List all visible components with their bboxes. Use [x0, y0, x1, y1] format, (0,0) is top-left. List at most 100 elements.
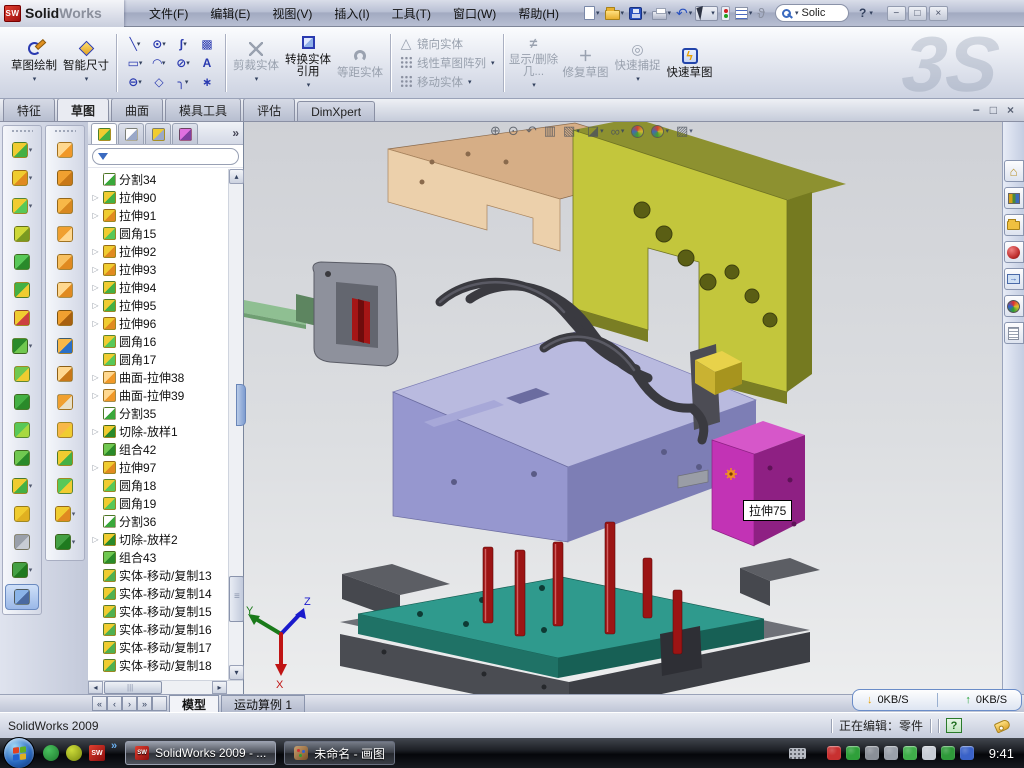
view-palette-tab[interactable]: →: [1004, 268, 1024, 290]
model-canvas[interactable]: Y Z X: [244, 122, 1002, 694]
col2-tool-button-0[interactable]: [46, 136, 84, 164]
tree-filter-input[interactable]: [92, 148, 239, 165]
minimize-button[interactable]: −: [887, 6, 906, 21]
tree-horizontal-scrollbar[interactable]: ◂ ▸: [88, 680, 243, 694]
dropdown-icon[interactable]: ▾: [29, 342, 33, 350]
dropdown-icon[interactable]: ▾: [689, 127, 693, 135]
taskbar-button[interactable]: SWSolidWorks 2009 - ...: [125, 741, 276, 765]
search-input[interactable]: ▾ Solic: [775, 4, 849, 22]
menu-item-6[interactable]: 帮助(H): [507, 1, 570, 26]
sync-tray-icon[interactable]: [960, 746, 974, 760]
col2-tool-button-2[interactable]: [46, 192, 84, 220]
model-base-assembly[interactable]: [340, 558, 820, 694]
dropdown-icon[interactable]: ▾: [186, 59, 190, 67]
tab-模具工具[interactable]: 模具工具: [165, 98, 241, 121]
rapid-button[interactable]: ϟ快速草图: [664, 32, 716, 94]
col2-tool-button-12[interactable]: [46, 472, 84, 500]
dropdown-icon[interactable]: ▾: [183, 40, 187, 48]
expand-icon[interactable]: ▷: [91, 535, 100, 544]
tree-item[interactable]: 圆角16: [91, 332, 243, 350]
sketch-entity-button-4[interactable]: ▭▾: [123, 56, 147, 70]
dropdown-icon[interactable]: ▾: [137, 40, 141, 48]
dropdown-icon[interactable]: ▾: [29, 174, 33, 182]
col2-tool-button-14[interactable]: ▾: [46, 528, 84, 556]
tree-item[interactable]: 分割35: [91, 404, 243, 422]
doc-close-button[interactable]: ×: [1007, 103, 1014, 117]
linpat-button[interactable]: 线性草图阵列▾: [395, 54, 499, 72]
edit-appearance-icon[interactable]: [631, 125, 644, 138]
tree-item[interactable]: 分割34: [91, 170, 243, 188]
view-orientation-icon[interactable]: ▧▾: [563, 123, 580, 139]
doc-nav-button-0[interactable]: «: [92, 696, 107, 711]
dropdown-icon[interactable]: ▾: [749, 9, 753, 17]
col1-tool-button-14[interactable]: [3, 528, 41, 556]
upload-tray-icon[interactable]: [903, 746, 917, 760]
save-icon[interactable]: ▾: [627, 6, 649, 21]
doc-tab-运动算例 1[interactable]: 运动算例 1: [221, 695, 305, 712]
tree-item[interactable]: 组合42: [91, 440, 243, 458]
mirror-button[interactable]: △镜向实体: [395, 35, 499, 53]
dropdown-icon[interactable]: ▾: [307, 80, 311, 92]
col2-tool-button-11[interactable]: [46, 444, 84, 472]
tab-DimXpert[interactable]: DimXpert: [297, 101, 375, 121]
expand-icon[interactable]: ▷: [91, 283, 100, 292]
antivirus-tray-icon[interactable]: [827, 746, 841, 760]
dropdown-icon[interactable]: ▾: [468, 78, 472, 86]
repair-button[interactable]: ＋修复草图: [560, 32, 612, 94]
sketch-button[interactable]: 草图绘制▾: [8, 32, 60, 94]
new-file-icon[interactable]: ▾: [582, 5, 602, 21]
doc-tab-模型[interactable]: 模型: [169, 695, 219, 712]
tree-item[interactable]: ▷拉伸92: [91, 242, 243, 260]
dropdown-icon[interactable]: ▾: [643, 9, 647, 17]
dropdown-icon[interactable]: ▾: [162, 59, 166, 67]
dropdown-icon[interactable]: ▾: [621, 9, 625, 17]
dropdown-icon[interactable]: ▾: [668, 9, 672, 17]
menu-item-4[interactable]: 工具(T): [381, 1, 442, 26]
col2-tool-button-8[interactable]: [46, 360, 84, 388]
menu-item-3[interactable]: 插入(I): [323, 1, 380, 26]
sketch-entity-button-10[interactable]: ╮▾: [171, 75, 195, 89]
col1-tool-button-0[interactable]: ▾: [3, 136, 41, 164]
tree-item[interactable]: ▷拉伸93: [91, 260, 243, 278]
doc-nav-button-2[interactable]: ›: [122, 696, 137, 711]
convert-button[interactable]: 转换实体引用▾: [282, 32, 334, 94]
tree-item[interactable]: ▷切除-放样2: [91, 530, 243, 548]
tree-item[interactable]: 组合43: [91, 548, 243, 566]
dropdown-icon[interactable]: ▾: [255, 74, 259, 86]
tree-item[interactable]: 实体-移动/复制15: [91, 602, 243, 620]
col1-tool-button-3[interactable]: [3, 220, 41, 248]
scroll-left-icon[interactable]: ◂: [88, 681, 103, 694]
quick-tips-button[interactable]: ?: [946, 718, 962, 733]
tree-item[interactable]: 实体-移动/复制18: [91, 656, 243, 674]
sketch-entity-button-5[interactable]: ◠▾: [147, 56, 171, 70]
expand-icon[interactable]: ▷: [91, 265, 100, 274]
select-icon[interactable]: ▾: [695, 6, 718, 21]
scroll-right-icon[interactable]: ▸: [212, 681, 227, 694]
tree-item[interactable]: 实体-移动/复制16: [91, 620, 243, 638]
dropdown-icon[interactable]: ▾: [29, 482, 33, 490]
tree-item[interactable]: ▷拉伸94: [91, 278, 243, 296]
tree-tabs-overflow-icon[interactable]: »: [232, 126, 239, 140]
ball-quicklaunch-icon[interactable]: [66, 745, 82, 761]
scrollbar-thumb[interactable]: [104, 681, 162, 694]
menu-item-2[interactable]: 视图(V): [261, 1, 323, 26]
col1-tool-button-15[interactable]: ▾: [3, 556, 41, 584]
col1-tool-button-1[interactable]: ▾: [3, 164, 41, 192]
col2-tool-button-3[interactable]: [46, 220, 84, 248]
tree-item[interactable]: 圆角15: [91, 224, 243, 242]
tree-item[interactable]: ▷切除-放样1: [91, 422, 243, 440]
propertymanager-tab[interactable]: [118, 123, 144, 144]
tags-icon[interactable]: [994, 718, 1012, 733]
col1-tool-button-7[interactable]: ▾: [3, 332, 41, 360]
keyboard-tray-icon[interactable]: [789, 748, 806, 759]
expand-icon[interactable]: ▷: [91, 463, 100, 472]
quick-launch-overflow-icon[interactable]: »: [111, 740, 117, 752]
sketch-entity-button-7[interactable]: A: [195, 56, 219, 70]
close-button[interactable]: ×: [929, 6, 948, 21]
expand-icon[interactable]: ▷: [91, 319, 100, 328]
trim-button[interactable]: 剪裁实体▾: [230, 32, 282, 94]
tree-item[interactable]: ▷拉伸91: [91, 206, 243, 224]
expand-icon[interactable]: ▷: [91, 193, 100, 202]
previous-view-icon[interactable]: ↶: [526, 123, 537, 139]
dropdown-icon[interactable]: ▾: [621, 127, 625, 135]
